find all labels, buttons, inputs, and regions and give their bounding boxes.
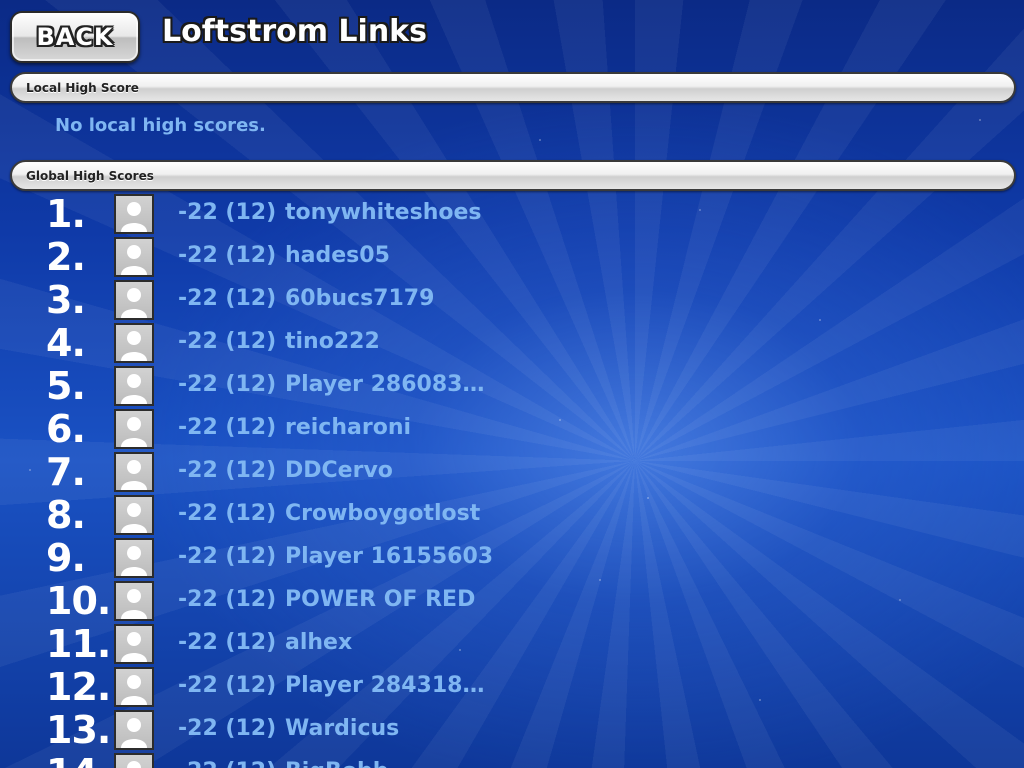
player-name: Wardicus (285, 716, 400, 741)
back-button-label: BACK (36, 23, 114, 51)
player-name: POWER OF RED (285, 587, 476, 612)
score-value: -22 (12) (178, 501, 277, 526)
global-high-scores-header: Global High Scores (10, 160, 1016, 191)
score-row[interactable]: 10. -22 (12) POWER OF RED (0, 579, 1024, 622)
global-high-scores-label: Global High Scores (26, 168, 154, 183)
score-value: -22 (12) (178, 587, 277, 612)
score-row[interactable]: 1. -22 (12) tonywhiteshoes (0, 192, 1024, 235)
avatar-icon (114, 753, 154, 768)
avatar-icon (114, 280, 154, 320)
score-row[interactable]: 9. -22 (12) Player 16155603 (0, 536, 1024, 579)
rank-number: 7. (46, 450, 86, 494)
score-row[interactable]: 3. -22 (12) 60bucs7179 (0, 278, 1024, 321)
no-local-scores-message: No local high scores. (55, 115, 266, 136)
avatar-icon (114, 710, 154, 750)
global-score-list[interactable]: 1. -22 (12) tonywhiteshoes 2. -22 (12) h… (0, 192, 1024, 768)
player-name: hades05 (285, 243, 390, 268)
score-row[interactable]: 8. -22 (12) Crowboygotlost (0, 493, 1024, 536)
local-high-score-header: Local High Score (10, 72, 1016, 103)
player-name: tonywhiteshoes (285, 200, 482, 225)
player-name: tino222 (285, 329, 380, 354)
rank-number: 6. (46, 407, 86, 451)
avatar-icon (114, 495, 154, 535)
rank-number: 11. (46, 622, 111, 666)
player-name: Crowboygotlost (285, 501, 481, 526)
score-row[interactable]: 7. -22 (12) DDCervo (0, 450, 1024, 493)
rank-number: 3. (46, 278, 86, 322)
rank-number: 1. (46, 192, 86, 236)
avatar-icon (114, 323, 154, 363)
rank-number: 2. (46, 235, 86, 279)
back-button[interactable]: BACK (10, 11, 140, 63)
avatar-icon (114, 624, 154, 664)
rank-number: 13. (46, 708, 111, 752)
rank-number: 10. (46, 579, 111, 623)
score-value: -22 (12) (178, 544, 277, 569)
player-name: BigBobb (285, 759, 388, 768)
player-name: Player 284318… (285, 673, 485, 698)
avatar-icon (114, 366, 154, 406)
rank-number: 8. (46, 493, 86, 537)
local-high-score-label: Local High Score (26, 80, 139, 95)
avatar-icon (114, 237, 154, 277)
score-value: -22 (12) (178, 458, 277, 483)
score-value: -22 (12) (178, 372, 277, 397)
score-value: -22 (12) (178, 673, 277, 698)
rank-number: 9. (46, 536, 86, 580)
rank-number: 4. (46, 321, 86, 365)
rank-number: 12. (46, 665, 111, 709)
score-value: -22 (12) (178, 415, 277, 440)
score-value: -22 (12) (178, 716, 277, 741)
page-title: Loftstrom Links (162, 14, 427, 49)
rank-number: 5. (46, 364, 86, 408)
player-name: 60bucs7179 (285, 286, 435, 311)
score-value: -22 (12) (178, 200, 277, 225)
score-row[interactable]: 2. -22 (12) hades05 (0, 235, 1024, 278)
avatar-icon (114, 581, 154, 621)
avatar-icon (114, 538, 154, 578)
score-row[interactable]: 4. -22 (12) tino222 (0, 321, 1024, 364)
score-row[interactable]: 6. -22 (12) reicharoni (0, 407, 1024, 450)
player-name: DDCervo (285, 458, 393, 483)
avatar-icon (114, 194, 154, 234)
score-value: -22 (12) (178, 630, 277, 655)
score-value: -22 (12) (178, 243, 277, 268)
score-row[interactable]: 13. -22 (12) Wardicus (0, 708, 1024, 751)
player-name: reicharoni (285, 415, 412, 440)
score-value: -22 (12) (178, 286, 277, 311)
score-row[interactable]: 11. -22 (12) alhex (0, 622, 1024, 665)
score-value: -22 (12) (178, 759, 276, 768)
score-row[interactable]: 14. -22 (12) BigBobb (0, 751, 1024, 768)
avatar-icon (114, 409, 154, 449)
avatar-icon (114, 667, 154, 707)
player-name: Player 16155603 (285, 544, 494, 569)
avatar-icon (114, 452, 154, 492)
score-row[interactable]: 12. -22 (12) Player 284318… (0, 665, 1024, 708)
player-name: Player 286083… (285, 372, 485, 397)
score-row[interactable]: 5. -22 (12) Player 286083… (0, 364, 1024, 407)
score-value: -22 (12) (178, 329, 277, 354)
player-name: alhex (285, 630, 353, 655)
rank-number: 14. (46, 752, 111, 768)
